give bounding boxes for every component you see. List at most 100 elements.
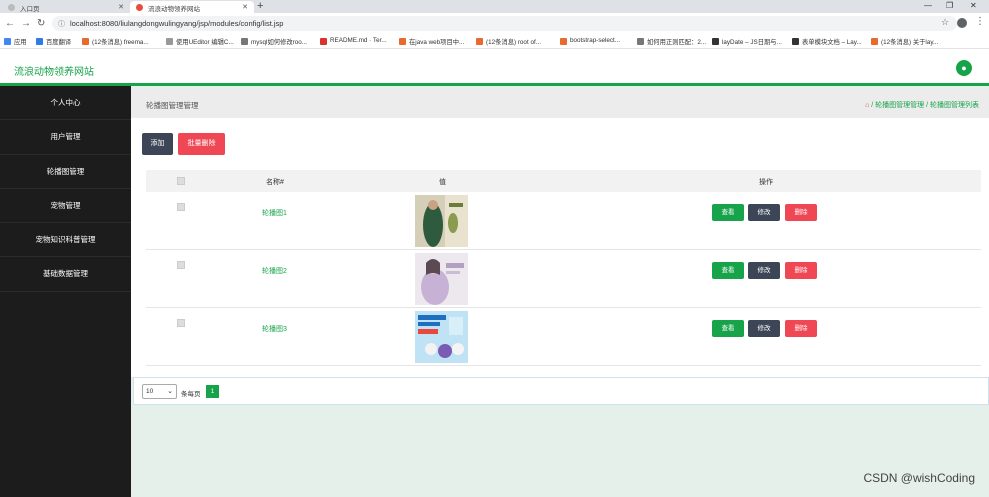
- carousel-thumbnail: [415, 253, 468, 305]
- bookmark-favicon-icon: [241, 38, 248, 45]
- sidebar-item-carousel[interactable]: 轮播图管理: [0, 155, 131, 189]
- page-header-bar: 轮播图管理管理 ⌂ / 轮播图管理管理 / 轮播图管理列表: [131, 89, 989, 118]
- edit-button[interactable]: 修改: [748, 204, 780, 221]
- bookmark-item[interactable]: mysql如何修改roo...: [241, 37, 307, 46]
- bookmark-label: README.md · Ter...: [330, 37, 387, 44]
- site-info-icon[interactable]: ⓘ: [58, 19, 65, 29]
- main-content: 轮播图管理管理 ⌂ / 轮播图管理管理 / 轮播图管理列表 添加 批量删除 名称…: [131, 86, 989, 497]
- bookmark-favicon-icon: [871, 38, 878, 45]
- bookmark-item[interactable]: bootstrap-select...: [560, 37, 620, 45]
- bookmark-favicon-icon: [560, 38, 567, 45]
- batch-delete-button[interactable]: 批量删除: [178, 133, 225, 155]
- bookmark-favicon-icon: [82, 38, 89, 45]
- bookmark-item[interactable]: 表单模块文档 – Lay...: [792, 37, 862, 46]
- column-header-value: 值: [439, 179, 446, 186]
- page-title: 轮播图管理管理: [146, 101, 199, 110]
- table-row: 轮播图1 查看 修改 删除: [146, 192, 981, 250]
- page-size-select[interactable]: 10 ⌄: [142, 384, 177, 399]
- column-header-actions: 操作: [759, 179, 773, 186]
- row-name: 轮播图1: [262, 210, 287, 217]
- reload-icon[interactable]: ↻: [37, 18, 45, 29]
- bookmark-favicon-icon: [637, 38, 644, 45]
- bookmark-item[interactable]: 如何用正则匹配：2...: [637, 37, 706, 46]
- sidebar-item-personal-center[interactable]: 个人中心: [0, 86, 131, 121]
- address-bar: ← → ↻ ⓘ localhost:8080/liulangdongwuling…: [0, 13, 989, 35]
- data-table: 名称# 值 操作 轮播图1 查看 修改 删除 轮播图2 查看 修改 删除 轮播图…: [146, 170, 981, 366]
- bookmark-item[interactable]: 在java web项目中...: [399, 37, 464, 46]
- edit-button[interactable]: 修改: [748, 320, 780, 337]
- browser-tab[interactable]: 入口页 ✕: [2, 1, 130, 13]
- forward-icon[interactable]: →: [21, 18, 31, 29]
- close-tab-icon[interactable]: ✕: [118, 3, 124, 11]
- bookmark-label: 如何用正则匹配：2...: [647, 39, 707, 46]
- bookmark-favicon-icon: [476, 38, 483, 45]
- minimize-icon[interactable]: —: [924, 1, 932, 10]
- page-number-button[interactable]: 1: [206, 385, 219, 398]
- new-tab-button[interactable]: +: [257, 0, 263, 12]
- url-text: localhost:8080/liulangdongwulingyang/jsp…: [70, 19, 284, 28]
- page-size-value: 10: [146, 388, 154, 395]
- bookmark-label: 表单模块文档 – Lay...: [802, 39, 862, 46]
- bookmark-item[interactable]: (12条消息) root of...: [476, 37, 541, 46]
- view-button[interactable]: 查看: [712, 320, 744, 337]
- close-window-icon[interactable]: ✕: [970, 1, 977, 10]
- delete-button[interactable]: 删除: [785, 262, 817, 279]
- site-title[interactable]: 流浪动物领养网站: [14, 63, 94, 78]
- close-tab-icon[interactable]: ✕: [242, 3, 248, 11]
- bookmark-star-icon[interactable]: ☆: [941, 17, 949, 28]
- tab-title: 入口页: [20, 6, 40, 13]
- delete-button[interactable]: 删除: [785, 204, 817, 221]
- delete-button[interactable]: 删除: [785, 320, 817, 337]
- row-name: 轮播图3: [262, 326, 287, 333]
- bookmark-label: (12条消息) root of...: [486, 39, 541, 46]
- bookmark-label: (12条消息) freema...: [92, 39, 149, 46]
- carousel-thumbnail: [415, 311, 468, 363]
- view-button[interactable]: 查看: [712, 204, 744, 221]
- sidebar-item-pet-knowledge[interactable]: 宠物知识科普管理: [0, 223, 131, 258]
- sidebar-item-pets[interactable]: 宠物管理: [0, 189, 131, 224]
- breadcrumb-current: 轮播图管理列表: [930, 102, 979, 109]
- content-panel: 添加 批量删除 名称# 值 操作 轮播图1 查看 修改 删除 轮播图2 查看 修…: [131, 118, 989, 377]
- browser-tab-active[interactable]: 流浪动物领养网站 ✕: [130, 1, 254, 13]
- bookmark-favicon-icon: [399, 38, 406, 45]
- bookmark-item[interactable]: layDate – JS日期与...: [712, 37, 782, 46]
- row-checkbox[interactable]: [177, 261, 185, 269]
- browser-profile-icon[interactable]: [957, 18, 967, 28]
- bookmark-label: layDate – JS日期与...: [722, 39, 782, 46]
- back-icon[interactable]: ←: [5, 18, 15, 29]
- per-page-label: 条每页: [181, 391, 201, 398]
- select-all-checkbox[interactable]: [177, 177, 185, 185]
- carousel-thumbnail: [415, 195, 468, 247]
- row-name: 轮播图2: [262, 268, 287, 275]
- url-input[interactable]: ⓘ localhost:8080/liulangdongwulingyang/j…: [52, 16, 957, 31]
- bookmark-item[interactable]: 百度翻译: [36, 37, 71, 46]
- watermark: CSDN @wishCoding: [863, 471, 975, 485]
- browser-menu-icon[interactable]: ⋮: [975, 16, 985, 27]
- row-checkbox[interactable]: [177, 203, 185, 211]
- bookmark-label: (12条消息) 关于lay...: [881, 39, 939, 46]
- bookmark-item[interactable]: 使用UEditor 编辑C...: [166, 37, 234, 46]
- bookmark-item[interactable]: (12条消息) freema...: [82, 37, 149, 46]
- chevron-down-icon: ⌄: [167, 388, 173, 395]
- restore-icon[interactable]: ❐: [946, 1, 953, 10]
- tab-title: 流浪动物领养网站: [148, 6, 200, 13]
- sidebar: 个人中心 用户管理 轮播图管理 宠物管理 宠物知识科普管理 基础数据管理: [0, 86, 131, 497]
- bookmarks-bar: 应用 百度翻译 (12条消息) freema... 使用UEditor 编辑C... m…: [0, 35, 989, 49]
- browser-tabstrip: 入口页 ✕ 流浪动物领养网站 ✕ + — ❐ ✕: [0, 0, 989, 13]
- edit-button[interactable]: 修改: [748, 262, 780, 279]
- sidebar-item-basic-data[interactable]: 基础数据管理: [0, 257, 131, 292]
- row-checkbox[interactable]: [177, 319, 185, 327]
- bookmark-item[interactable]: 应用: [4, 37, 27, 46]
- breadcrumb: ⌂ / 轮播图管理管理 / 轮播图管理列表: [865, 100, 979, 110]
- bookmark-favicon-icon: [792, 38, 799, 45]
- bookmark-label: 百度翻译: [46, 39, 72, 46]
- sidebar-item-users[interactable]: 用户管理: [0, 120, 131, 155]
- bookmark-item[interactable]: README.md · Ter...: [320, 37, 387, 45]
- user-icon[interactable]: ●: [956, 60, 972, 76]
- add-button[interactable]: 添加: [142, 133, 173, 155]
- breadcrumb-parent[interactable]: 轮播图管理管理: [875, 102, 924, 109]
- page-favicon-icon: [136, 4, 143, 11]
- app-header: 流浪动物领养网站 ●: [0, 50, 989, 86]
- bookmark-item[interactable]: (12条消息) 关于lay...: [871, 37, 938, 46]
- view-button[interactable]: 查看: [712, 262, 744, 279]
